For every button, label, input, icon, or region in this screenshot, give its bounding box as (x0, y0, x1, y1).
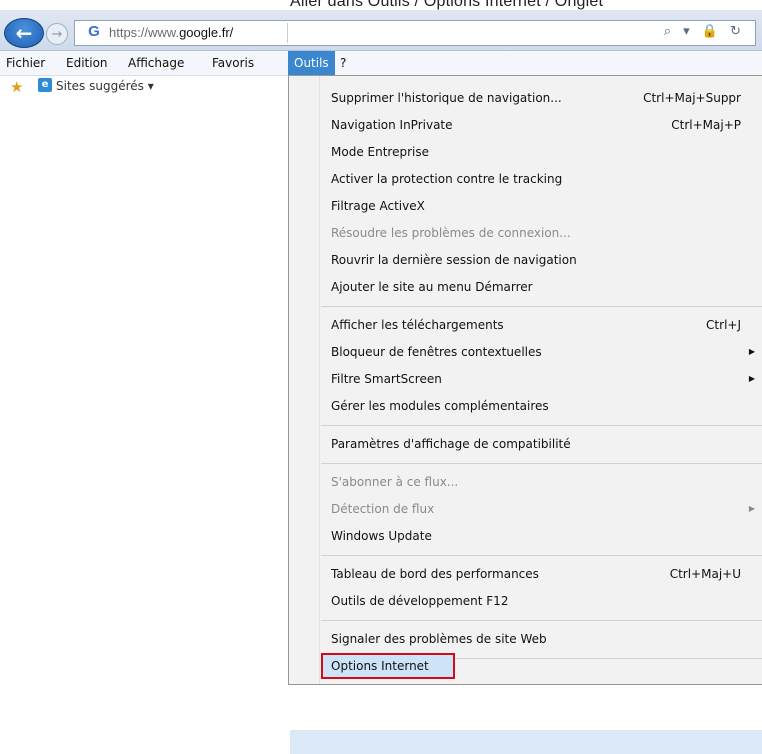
address-icons[interactable]: ⌕ ▾ 🔒 ↻ (664, 24, 745, 39)
menu-item-smartscreen[interactable]: Filtre SmartScreen ▶ (331, 368, 761, 390)
menu-affichage[interactable]: Affichage (128, 51, 184, 75)
suggested-sites-link[interactable]: Sites suggérés ▾ (56, 79, 154, 93)
menu-separator (321, 463, 762, 464)
address-bar[interactable]: G https://www.google.fr/ ⌕ ▾ 🔒 ↻ (74, 20, 756, 46)
menu-item-manage-addons[interactable]: Gérer les modules complémentaires (331, 395, 761, 417)
menu-bar: Fichier Edition Affichage Favoris Outils… (0, 51, 762, 76)
menu-item-fix-connection: Résoudre les problèmes de connexion... (331, 226, 571, 240)
menu-outils[interactable]: Outils (288, 51, 335, 75)
google-favicon-icon: G (88, 23, 100, 40)
star-icon[interactable]: ★ (10, 78, 23, 96)
menu-separator (321, 306, 762, 307)
menu-item-delete-history[interactable]: Supprimer l'historique de navigation... C… (331, 87, 761, 109)
menu-help[interactable]: ? (340, 51, 346, 75)
menu-item-popup-blocker[interactable]: Bloqueur de fenêtres contextuelles ▶ (331, 341, 761, 363)
address-toolbar: ← → G https://www.google.fr/ ⌕ ▾ 🔒 ↻ (0, 10, 762, 51)
menu-item-reopen-session[interactable]: Rouvrir la dernière session de navigatio… (331, 249, 761, 271)
back-button[interactable]: ← (4, 18, 44, 48)
url-divider (287, 23, 288, 43)
menu-separator (321, 555, 762, 556)
shortcut-text: Ctrl+Maj+Suppr (643, 91, 741, 105)
menu-item-inprivate[interactable]: Navigation InPrivate Ctrl+Maj+P (331, 114, 761, 136)
shortcut-text: Ctrl+Maj+P (671, 118, 741, 132)
menu-item-report-problems[interactable]: Signaler des problèmes de site Web (331, 628, 761, 650)
arrow-left-icon: ← (15, 21, 33, 45)
menu-item-subscribe-feed: S'abonner à ce flux... (331, 475, 459, 489)
menu-separator (321, 425, 762, 426)
menu-item-windows-update[interactable]: Windows Update (331, 525, 761, 547)
menu-item-compat-view[interactable]: Paramètres d'affichage de compatibilité (331, 433, 761, 455)
menu-item-tracking-protection[interactable]: Activer la protection contre le tracking (331, 168, 761, 190)
arrow-right-icon: → (51, 26, 63, 42)
submenu-arrow-icon: ▶ (748, 374, 755, 383)
menu-edition[interactable]: Edition (66, 51, 108, 75)
url-text[interactable]: https://www.google.fr/ (109, 25, 233, 40)
menu-gutter (289, 76, 320, 684)
menu-item-internet-options[interactable]: Options Internet (331, 655, 761, 677)
menu-fichier[interactable]: Fichier (6, 51, 45, 75)
shortcut-text: Ctrl+Maj+U (669, 567, 741, 581)
favorites-bar: ★ e Sites suggérés ▾ (0, 76, 290, 98)
menu-item-f12-tools[interactable]: Outils de développement F12 (331, 590, 761, 612)
tools-dropdown-menu: Supprimer l'historique de navigation... C… (288, 75, 762, 754)
shortcut-text: Ctrl+J (706, 318, 741, 332)
menu-item-downloads[interactable]: Afficher les téléchargements Ctrl+J (331, 314, 761, 336)
menu-hover-row (290, 730, 762, 754)
menu-item-activex-filtering[interactable]: Filtrage ActiveX (331, 195, 761, 217)
menu-item-feed-discovery: Détection de flux ▶ (331, 498, 761, 520)
submenu-arrow-icon: ▶ (748, 504, 755, 513)
menu-separator (321, 620, 762, 621)
menu-item-add-to-start[interactable]: Ajouter le site au menu Démarrer (331, 276, 761, 298)
forward-button[interactable]: → (46, 23, 68, 45)
menu-favoris[interactable]: Favoris (212, 51, 254, 75)
submenu-arrow-icon: ▶ (748, 347, 755, 356)
menu-item-performance-dashboard[interactable]: Tableau de bord des performances Ctrl+Maj… (331, 563, 761, 585)
menu-item-enterprise-mode[interactable]: Mode Entreprise (331, 141, 761, 163)
ie-page-icon: e (38, 78, 52, 92)
